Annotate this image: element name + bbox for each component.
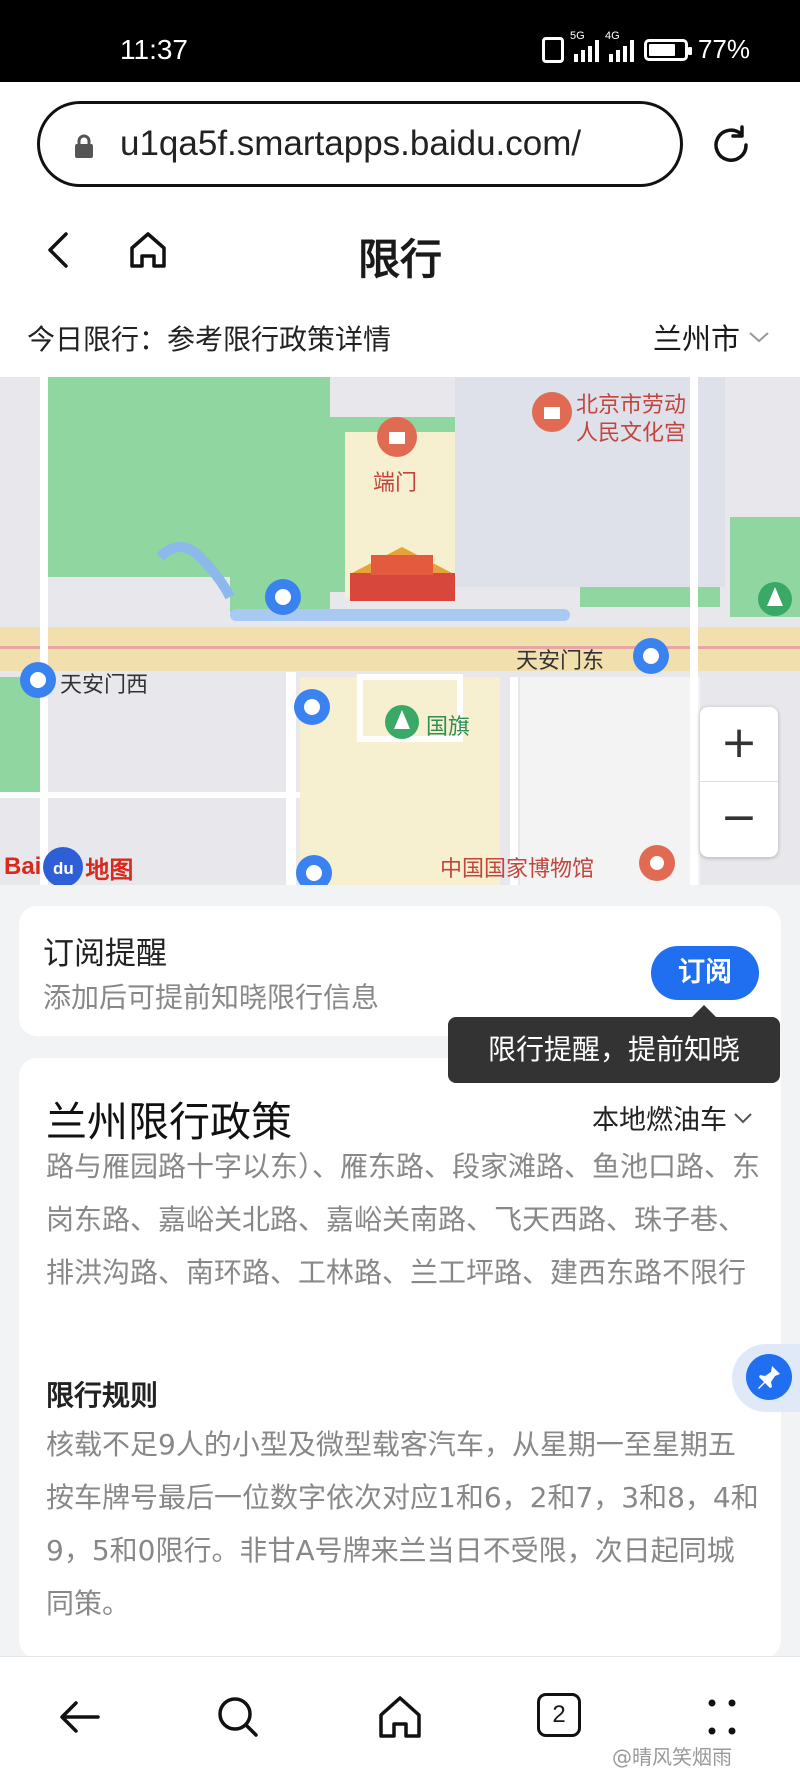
today-restriction-text[interactable]: 今日限行：参考限行政策详情 xyxy=(27,318,391,358)
city-name: 兰州市 xyxy=(652,322,740,356)
map-view[interactable]: 端门 北京市劳动 人民文化宫 天安门东 天安门西 国旗 中国国家博物馆 + − … xyxy=(0,377,800,885)
signal-4g-icon: 4G xyxy=(605,30,634,62)
rule-title: 限行规则 xyxy=(46,1379,159,1412)
today-restriction-row: 今日限行：参考限行政策详情 兰州市 xyxy=(0,300,800,377)
app-screen: 11:37 5G 4G 77% u1qa5f.smartapps.baidu.c… xyxy=(0,0,800,1778)
url-text: u1qa5f.smartapps.baidu.com/ xyxy=(120,124,582,163)
net-4g-label: 4G xyxy=(604,29,620,42)
pin-icon xyxy=(746,1354,792,1400)
reload-icon[interactable] xyxy=(708,122,754,168)
vibrate-icon xyxy=(541,36,564,63)
back-icon[interactable] xyxy=(38,230,78,270)
zoom-out-button[interactable]: − xyxy=(700,782,778,857)
signal-5g-icon: 5G xyxy=(570,30,599,62)
baidu-map-logo: Bai du 地图 xyxy=(4,847,133,885)
battery-percent: 77% xyxy=(697,34,750,64)
zoom-control: + − xyxy=(700,707,778,857)
search-icon[interactable] xyxy=(214,1693,262,1741)
browser-address-area: u1qa5f.smartapps.baidu.com/ xyxy=(0,82,800,200)
tabs-count-button[interactable]: 2 xyxy=(537,1693,581,1737)
more-icon[interactable] xyxy=(698,1693,746,1741)
policy-roads-text: 路与雁园路十字以东）、雁东路、段家滩路、鱼池口路、东岗东路、嘉峪关北路、嘉峪关南… xyxy=(46,1150,761,1289)
poi-duanmen[interactable]: 端门 xyxy=(373,465,417,497)
home-icon[interactable] xyxy=(126,228,170,272)
logo-ditu: 地图 xyxy=(85,856,134,884)
poi-labor-palace-line2[interactable]: 人民文化宫 xyxy=(576,415,686,447)
chevron-down-icon xyxy=(734,1112,752,1123)
city-selector[interactable]: 兰州市 xyxy=(653,316,770,358)
policy-card: 兰州限行政策 本地燃油车 路与雁园路十字以东）、雁东路、段家滩路、鱼池口路、东岗… xyxy=(19,1058,781,1658)
status-bar: 11:37 5G 4G 77% xyxy=(0,0,800,82)
subscribe-desc: 添加后可提前知晓限行信息 xyxy=(43,981,380,1014)
status-icons: 5G 4G 77% xyxy=(541,30,750,65)
title-bar: 限行 xyxy=(0,200,800,300)
watermark: @晴风笑烟雨 xyxy=(612,1745,732,1769)
subscribe-button[interactable]: 订阅 xyxy=(651,946,759,1000)
browser-bottom-nav: 2 @晴风笑烟雨 xyxy=(0,1656,800,1778)
subscribe-title: 订阅提醒 xyxy=(43,936,167,972)
floating-pin-button[interactable] xyxy=(732,1344,800,1412)
zoom-in-button[interactable]: + xyxy=(700,707,778,782)
vehicle-type-selector[interactable]: 本地燃油车 xyxy=(592,1098,753,1137)
poi-tiananmen-west[interactable]: 天安门西 xyxy=(60,667,148,699)
net-5g-label: 5G xyxy=(569,29,585,42)
poi-flag[interactable]: 国旗 xyxy=(426,709,470,741)
rule-text: 核载不足9人的小型及微型载客汽车，从星期一至星期五按车牌号最后一位数字依次对应1… xyxy=(46,1428,759,1620)
poi-national-museum[interactable]: 中国国家博物馆 xyxy=(440,851,594,883)
poi-tiananmen-east[interactable]: 天安门东 xyxy=(516,643,604,675)
chevron-down-icon xyxy=(749,332,769,343)
vehicle-type-label: 本地燃油车 xyxy=(592,1105,727,1136)
policy-title: 兰州限行政策 xyxy=(46,1098,292,1146)
lock-icon xyxy=(75,134,93,158)
battery-fill xyxy=(648,43,676,56)
status-time: 11:37 xyxy=(120,34,188,65)
logo-du: du xyxy=(43,847,84,885)
subscribe-tooltip: 限行提醒，提前知晓 xyxy=(448,1005,780,1083)
page-title: 限行 xyxy=(357,235,442,284)
nav-home-icon[interactable] xyxy=(376,1693,424,1741)
logo-bai: Bai xyxy=(4,853,42,880)
battery-icon xyxy=(643,38,692,61)
url-bar[interactable]: u1qa5f.smartapps.baidu.com/ xyxy=(37,101,683,187)
nav-back-icon[interactable] xyxy=(56,1693,104,1741)
map-tiles xyxy=(0,377,800,885)
